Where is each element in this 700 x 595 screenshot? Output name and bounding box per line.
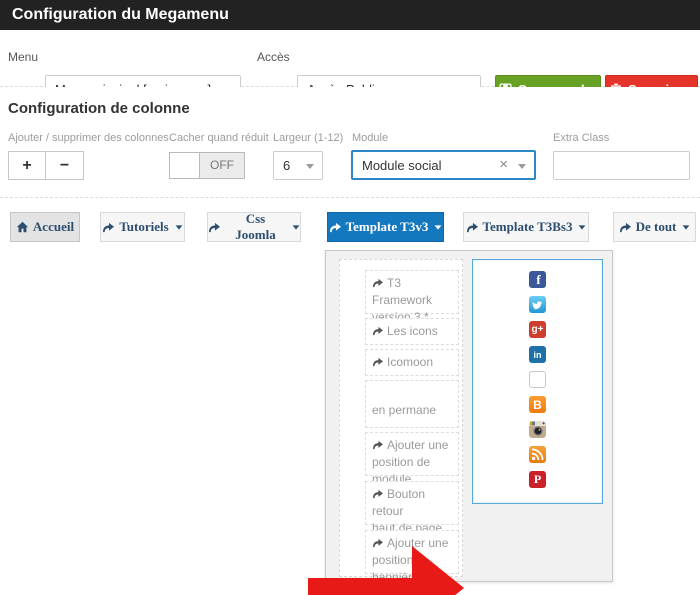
curved-arrow-icon	[102, 222, 115, 233]
chevron-down-icon	[579, 225, 586, 229]
megamenu-config-page: Configuration du Megamenu Menu Menu prin…	[0, 0, 700, 595]
access-select-label: Accès	[257, 50, 290, 64]
dropdown-item-t3-framework[interactable]: T3 Framework version 3 *	[365, 270, 459, 314]
chevron-down-icon	[518, 164, 526, 169]
menubar-item-label: De tout	[636, 219, 677, 235]
chevron-down-icon	[683, 225, 690, 229]
app-title-bar: Configuration du Megamenu	[0, 0, 700, 30]
menubar-item-label: Css Joomla	[225, 211, 286, 243]
social-module-column: f g+ in B	[472, 259, 603, 504]
menubar-item-css-joomla[interactable]: Css Joomla	[207, 212, 301, 242]
dropdown-item-position-bannieres[interactable]: Ajouter une position bannières	[365, 530, 459, 574]
megamenu-dropdown-panel: T3 Framework version 3 * Les icons Icomo…	[325, 250, 613, 582]
menu-select-label: Menu	[8, 50, 38, 64]
curved-arrow-icon	[208, 222, 221, 233]
menubar-item-de-tout[interactable]: De tout	[613, 212, 696, 242]
width-select-value: 6	[283, 158, 290, 173]
dropdown-menu-column: T3 Framework version 3 * Les icons Icomo…	[339, 259, 463, 577]
instagram-camera-icon	[529, 421, 546, 438]
delicious-icon[interactable]	[529, 371, 546, 388]
curved-arrow-icon	[372, 278, 384, 288]
dropdown-item-position-module[interactable]: Ajouter une position de module	[365, 432, 459, 476]
chevron-down-icon	[435, 225, 442, 229]
width-label: Largeur (1-12)	[273, 132, 343, 144]
hide-when-collapsed-toggle[interactable]: OFF	[169, 152, 245, 179]
chevron-down-icon	[175, 225, 182, 229]
facebook-icon[interactable]: f	[529, 271, 546, 288]
twitter-bird-icon	[531, 299, 544, 310]
curved-arrow-icon	[329, 222, 342, 233]
add-column-button[interactable]: +	[8, 151, 46, 180]
linkedin-icon[interactable]: in	[529, 346, 546, 363]
curved-arrow-icon	[619, 222, 632, 233]
toggle-knob	[170, 153, 200, 178]
curved-arrow-icon	[372, 489, 384, 499]
module-select[interactable]: Module social ×	[351, 150, 536, 180]
curved-arrow-icon	[372, 326, 384, 336]
remove-column-button[interactable]: −	[46, 151, 84, 180]
menubar-item-label: Accueil	[33, 219, 74, 235]
menubar-item-label: Template T3Bs3	[483, 219, 573, 235]
menubar-item-accueil[interactable]: Accueil	[10, 212, 80, 242]
clear-module-icon[interactable]: ×	[499, 156, 508, 173]
section-heading: Configuration de colonne	[8, 100, 190, 117]
column-config-section: Configuration de colonne Ajouter / suppr…	[0, 87, 700, 198]
curved-arrow-icon	[372, 357, 384, 367]
google-plus-icon[interactable]: g+	[529, 321, 546, 338]
instagram-icon[interactable]	[529, 421, 546, 438]
hide-when-collapsed-label: Cacher quand réduit	[169, 132, 269, 144]
pinterest-icon[interactable]: P	[529, 471, 546, 488]
megamenu-preview: Accueil Tutoriels Css Joomla Template T3…	[0, 198, 700, 595]
extra-class-label: Extra Class	[553, 132, 609, 144]
module-label: Module	[352, 132, 388, 144]
rss-waves-icon	[531, 448, 544, 461]
menubar-item-template-t3bs3[interactable]: Template T3Bs3	[463, 212, 589, 242]
width-select[interactable]: 6	[273, 151, 323, 180]
curved-arrow-icon	[372, 538, 384, 548]
chevron-down-icon	[293, 225, 300, 229]
add-remove-columns-label: Ajouter / supprimer des colonnes	[8, 132, 169, 144]
menubar-item-tutoriels[interactable]: Tutoriels	[100, 212, 185, 242]
blogger-icon[interactable]: B	[529, 396, 546, 413]
dropdown-item-les-icons[interactable]: Les icons	[365, 318, 459, 345]
curved-arrow-icon	[372, 440, 384, 450]
add-remove-column-buttons: + −	[8, 151, 84, 180]
twitter-icon[interactable]	[529, 296, 546, 313]
menubar-item-label: Template T3v3	[346, 219, 429, 235]
extra-class-input[interactable]	[553, 151, 690, 180]
menubar-item-label: Tutoriels	[119, 219, 168, 235]
rss-icon[interactable]	[529, 446, 546, 463]
curved-arrow-icon	[466, 222, 479, 233]
dropdown-item-icomoon[interactable]: Icomoon	[365, 349, 459, 376]
chevron-down-icon	[306, 164, 314, 169]
toggle-state-label: OFF	[200, 153, 244, 178]
menubar-item-template-t3v3-active[interactable]: Template T3v3	[327, 212, 444, 242]
dropdown-item-partially-hidden[interactable]: en permane	[365, 380, 459, 428]
toolbar: Menu Menu principal [mainmenu] Accès Acc…	[0, 30, 700, 87]
home-icon	[16, 221, 29, 233]
dropdown-item-bouton-retour[interactable]: Bouton retour haut de page	[365, 481, 459, 525]
page-title: Configuration du Megamenu	[12, 0, 229, 30]
module-select-value: Module social	[362, 158, 442, 173]
